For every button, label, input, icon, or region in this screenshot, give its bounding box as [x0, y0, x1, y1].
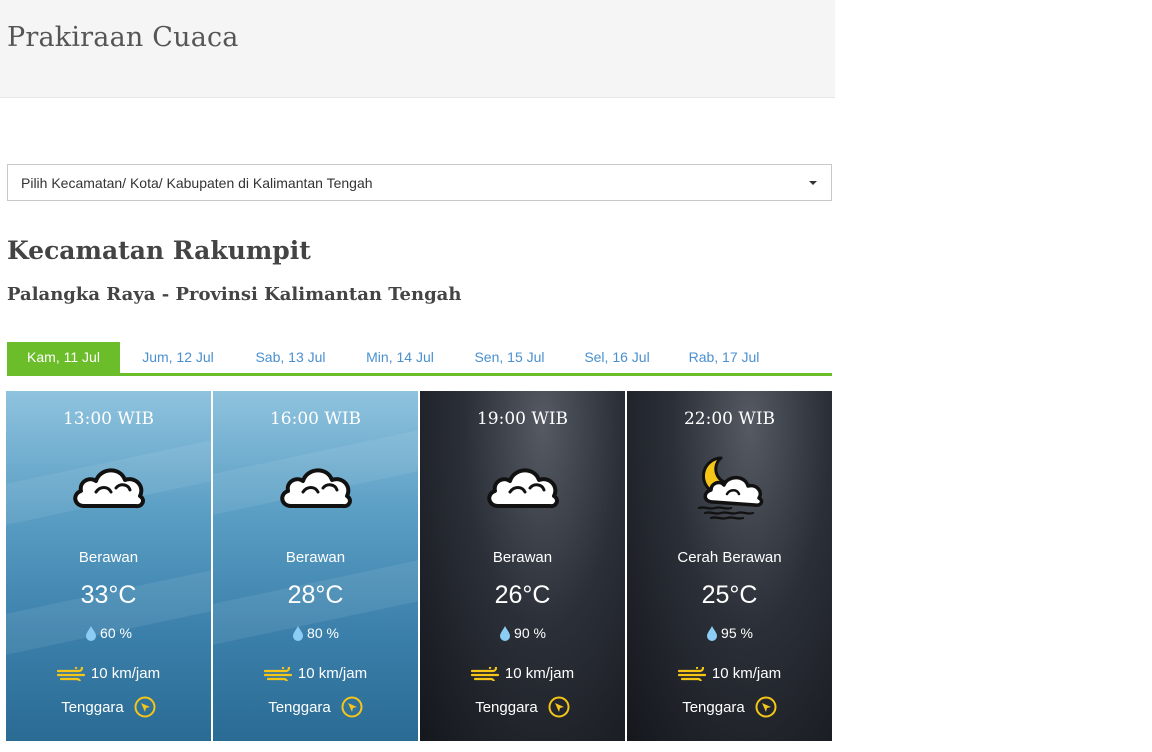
district-select[interactable]: Pilih Kecamatan/ Kota/ Kabupaten di Kali… — [7, 164, 832, 201]
humidity-value: 95 % — [721, 625, 753, 641]
cloud-icon — [277, 456, 355, 520]
forecast-wind: 10 km/jam — [627, 663, 832, 687]
forecast-humidity: 80 % — [213, 625, 418, 641]
humidity-value: 80 % — [307, 625, 339, 641]
forecast-cards: 13:00 WIB Berawan 33°C 60 % 10 km/jam Te… — [6, 391, 832, 741]
forecast-time: 13:00 WIB — [62, 409, 155, 429]
wind-icon — [56, 663, 86, 687]
forecast-wind-direction: Tenggara — [213, 696, 418, 718]
water-drop-icon — [500, 626, 511, 641]
forecast-card: 19:00 WIB Berawan 26°C 90 % 10 km/jam Te… — [420, 391, 625, 741]
wind-speed: 10 km/jam — [504, 665, 575, 682]
forecast-humidity: 60 % — [6, 625, 211, 641]
forecast-card: 16:00 WIB Berawan 28°C 80 % 10 km/jam Te… — [213, 391, 418, 741]
location-subtitle: Palangka Raya - Provinsi Kalimantan Teng… — [7, 284, 462, 305]
wind-icon — [470, 663, 500, 687]
tab-date[interactable]: Rab, 17 Jul — [670, 342, 778, 373]
water-drop-icon — [707, 626, 718, 641]
wind-direction-label: Tenggara — [682, 699, 745, 716]
wind-speed: 10 km/jam — [297, 665, 368, 682]
tab-date[interactable]: Sen, 15 Jul — [455, 342, 564, 373]
forecast-humidity: 90 % — [420, 625, 625, 641]
moon-cloud-icon — [691, 456, 769, 520]
header-band: Prakiraan Cuaca — [0, 0, 835, 98]
compass-arrow-icon — [755, 696, 777, 718]
forecast-card: 13:00 WIB Berawan 33°C 60 % 10 km/jam Te… — [6, 391, 211, 741]
forecast-temperature: 28°C — [287, 581, 344, 609]
district-select-label: Pilih Kecamatan/ Kota/ Kabupaten di Kali… — [21, 175, 373, 191]
tab-date[interactable]: Kam, 11 Jul — [7, 342, 120, 373]
forecast-wind: 10 km/jam — [213, 663, 418, 687]
forecast-time: 19:00 WIB — [476, 409, 569, 429]
humidity-value: 90 % — [514, 625, 546, 641]
page-title: Prakiraan Cuaca — [7, 22, 239, 53]
compass-arrow-icon — [341, 696, 363, 718]
chevron-down-icon — [809, 181, 817, 185]
tab-date[interactable]: Jum, 12 Jul — [120, 342, 236, 373]
forecast-card: 22:00 WIB Cerah Berawan 25°C 95 % 10 km/… — [627, 391, 832, 741]
wind-icon — [677, 663, 707, 687]
forecast-wind-direction: Tenggara — [6, 696, 211, 718]
forecast-wind-direction: Tenggara — [420, 696, 625, 718]
humidity-value: 60 % — [100, 625, 132, 641]
forecast-temperature: 33°C — [80, 581, 137, 609]
date-tabs: Kam, 11 Jul Jum, 12 Jul Sab, 13 Jul Min,… — [7, 342, 832, 376]
forecast-condition: Berawan — [78, 549, 139, 566]
forecast-condition: Berawan — [492, 549, 553, 566]
tab-date[interactable]: Sab, 13 Jul — [236, 342, 345, 373]
cloud-icon — [484, 456, 562, 520]
forecast-condition: Cerah Berawan — [677, 549, 782, 566]
forecast-humidity: 95 % — [627, 625, 832, 641]
compass-arrow-icon — [548, 696, 570, 718]
forecast-time: 22:00 WIB — [683, 409, 776, 429]
forecast-time: 16:00 WIB — [269, 409, 362, 429]
location-title: Kecamatan Rakumpit — [7, 236, 311, 265]
compass-arrow-icon — [134, 696, 156, 718]
wind-speed: 10 km/jam — [711, 665, 782, 682]
forecast-wind: 10 km/jam — [420, 663, 625, 687]
tab-date[interactable]: Sel, 16 Jul — [564, 342, 670, 373]
water-drop-icon — [86, 626, 97, 641]
forecast-wind-direction: Tenggara — [627, 696, 832, 718]
cloud-icon — [70, 456, 148, 520]
wind-direction-label: Tenggara — [475, 699, 538, 716]
forecast-temperature: 26°C — [494, 581, 551, 609]
forecast-temperature: 25°C — [701, 581, 758, 609]
wind-direction-label: Tenggara — [268, 699, 331, 716]
wind-direction-label: Tenggara — [61, 699, 124, 716]
water-drop-icon — [293, 626, 304, 641]
tab-date[interactable]: Min, 14 Jul — [345, 342, 455, 373]
forecast-condition: Berawan — [285, 549, 346, 566]
wind-speed: 10 km/jam — [90, 665, 161, 682]
wind-icon — [263, 663, 293, 687]
forecast-wind: 10 km/jam — [6, 663, 211, 687]
